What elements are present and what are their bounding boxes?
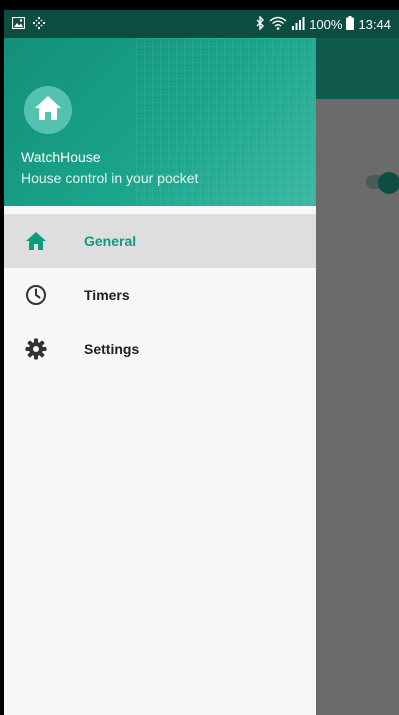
battery-icon — [346, 15, 355, 33]
drawer-menu: General Timers Settings — [4, 214, 316, 376]
signal-dots-icon — [32, 16, 46, 33]
app-tagline: House control in your pocket — [21, 170, 199, 186]
menu-item-general[interactable]: General — [4, 214, 316, 268]
status-bar: 100% 13:44 — [4, 10, 399, 38]
home-icon — [24, 229, 48, 253]
menu-item-label: Settings — [84, 341, 140, 357]
bluetooth-icon — [255, 14, 265, 33]
phone-screen: 100% 13:44 WatchHouse House control in y… — [4, 10, 399, 715]
menu-item-label: General — [84, 233, 137, 249]
wifi-icon — [269, 16, 287, 33]
menu-item-timers[interactable]: Timers — [4, 268, 316, 322]
drawer-header: WatchHouse House control in your pocket — [4, 38, 316, 206]
clock-time: 13:44 — [358, 16, 391, 32]
home-icon — [33, 94, 63, 127]
navigation-drawer: WatchHouse House control in your pocket … — [4, 10, 316, 715]
gear-icon — [24, 337, 48, 361]
app-name: WatchHouse — [21, 149, 101, 165]
battery-percent: 100% — [309, 16, 343, 32]
background-switch-thumb — [378, 172, 399, 194]
clock-icon — [24, 283, 48, 307]
cell-signal-icon — [291, 16, 305, 33]
menu-item-settings[interactable]: Settings — [4, 322, 316, 376]
image-icon — [11, 16, 26, 32]
app-avatar — [24, 86, 72, 134]
menu-item-label: Timers — [84, 287, 130, 303]
